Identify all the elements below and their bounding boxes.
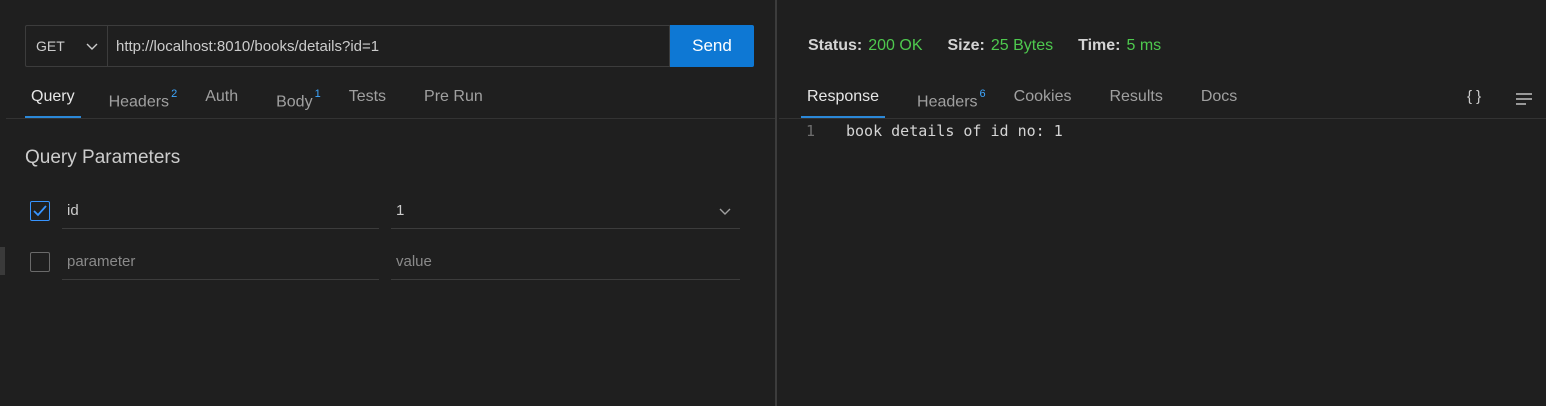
- response-tabs: Response Headers 6 Cookies Results Docs: [801, 82, 1237, 118]
- response-status-bar: Status: 200 OK Size: 25 Bytes Time: 5 ms: [808, 37, 1186, 55]
- time-group: Time: 5 ms: [1078, 37, 1161, 55]
- line-number: 1: [806, 122, 816, 140]
- send-button[interactable]: Send: [670, 25, 754, 67]
- status-label: Status:: [808, 37, 863, 54]
- status-group: Status: 200 OK: [808, 37, 923, 55]
- app-window: GET Send Query Headers2 Auth Body1 Te: [0, 0, 1546, 406]
- braces-icon[interactable]: { }: [1467, 88, 1481, 105]
- time-value: 5 ms: [1126, 37, 1162, 54]
- request-tabs-divider: [6, 118, 775, 119]
- query-parameters-title: Query Parameters: [25, 147, 181, 168]
- sidebar-edge-marker: [0, 247, 5, 275]
- tab-auth-label: Auth: [205, 88, 239, 105]
- tab-response-headers[interactable]: Headers 6: [917, 82, 986, 118]
- tab-headers[interactable]: Headers 2: [109, 82, 178, 118]
- request-tabs: Query Headers 2 Auth Body 1 Tests Pre Run: [25, 82, 483, 118]
- new-param-checkbox[interactable]: [30, 252, 50, 272]
- tab-body[interactable]: Body 1: [276, 82, 321, 118]
- tab-tests-label: Tests: [348, 88, 387, 105]
- tab-headers-badge: 2: [171, 88, 178, 100]
- tab-response-headers-label: Headers: [917, 93, 978, 111]
- check-icon: [33, 205, 47, 217]
- response-body-line: 1 book details of id no: 1: [803, 122, 1063, 140]
- tab-results[interactable]: Results: [1109, 82, 1162, 118]
- tab-tests[interactable]: Tests: [349, 82, 386, 118]
- tab-cookies-label: Cookies: [1013, 88, 1072, 105]
- tab-query[interactable]: Query: [25, 82, 81, 118]
- url-input[interactable]: [107, 25, 670, 67]
- tab-response-headers-badge: 6: [979, 88, 986, 100]
- tab-headers-label: Headers: [108, 93, 170, 111]
- param-enabled-checkbox[interactable]: [30, 201, 50, 221]
- response-body-text: book details of id no: 1: [846, 122, 1063, 140]
- param-name-input[interactable]: id: [62, 193, 379, 229]
- chevron-down-icon: [86, 43, 98, 50]
- status-value: 200 OK: [868, 37, 923, 54]
- size-value: 25 Bytes: [990, 37, 1054, 54]
- tab-response-label: Response: [807, 88, 880, 105]
- request-bar: GET Send: [25, 25, 754, 67]
- wrap-lines-icon[interactable]: [1515, 92, 1533, 106]
- param-value-input[interactable]: 1: [391, 193, 740, 229]
- response-pane: [777, 0, 1546, 406]
- time-label: Time:: [1078, 37, 1121, 54]
- size-label: Size:: [947, 37, 985, 54]
- tab-response[interactable]: Response: [801, 82, 886, 118]
- tab-cookies[interactable]: Cookies: [1014, 82, 1072, 118]
- new-param-value-input[interactable]: value: [391, 244, 740, 280]
- tab-results-label: Results: [1109, 88, 1163, 105]
- tab-pre-run-label: Pre Run: [424, 88, 483, 105]
- response-tabs-divider: [779, 118, 1546, 119]
- size-group: Size: 25 Bytes: [948, 37, 1054, 55]
- chevron-down-icon[interactable]: [718, 204, 732, 218]
- tab-body-label: Body: [276, 93, 313, 111]
- tab-auth[interactable]: Auth: [205, 82, 238, 118]
- method-select[interactable]: GET: [25, 25, 107, 67]
- new-param-name-input[interactable]: parameter: [62, 244, 379, 280]
- tab-body-badge: 1: [314, 88, 321, 100]
- tab-pre-run[interactable]: Pre Run: [424, 82, 483, 118]
- method-label: GET: [36, 38, 65, 54]
- tab-query-label: Query: [31, 88, 75, 105]
- tab-docs-label: Docs: [1200, 88, 1238, 105]
- request-pane: GET Send Query Headers2 Auth Body1 Te: [0, 0, 775, 406]
- tab-docs[interactable]: Docs: [1201, 82, 1237, 118]
